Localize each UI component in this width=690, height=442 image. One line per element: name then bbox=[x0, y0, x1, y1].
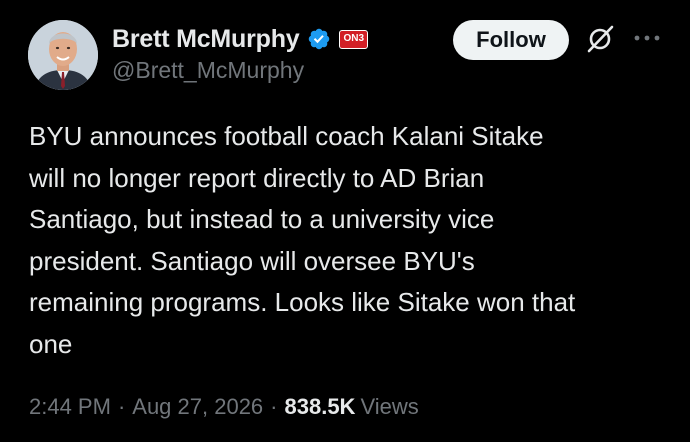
display-name[interactable]: Brett McMurphy bbox=[112, 25, 300, 54]
tweet-text: BYU announces football coach Kalani Sita… bbox=[29, 121, 576, 359]
tweet-card: Brett McMurphy ON3 @Brett_McMurphy Follo… bbox=[0, 0, 690, 442]
more-options-icon[interactable] bbox=[632, 28, 662, 48]
author-name-row: Brett McMurphy ON3 bbox=[112, 22, 369, 56]
follow-button[interactable]: Follow bbox=[453, 20, 569, 60]
affiliate-badge[interactable]: ON3 bbox=[339, 29, 369, 49]
grok-icon[interactable] bbox=[585, 24, 615, 54]
tweet-date[interactable]: Aug 27, 2026 bbox=[132, 394, 263, 420]
tweet-time[interactable]: 2:44 PM bbox=[29, 394, 111, 420]
meta-separator: · bbox=[117, 394, 126, 419]
author-handle[interactable]: @Brett_McMurphy bbox=[112, 57, 304, 84]
meta-separator: · bbox=[270, 394, 278, 419]
tweet-meta: 2:44 PM · Aug 27, 2026 · 838.5K Views bbox=[29, 390, 419, 424]
verified-badge-icon[interactable] bbox=[307, 27, 331, 51]
avatar[interactable] bbox=[28, 20, 98, 90]
views-label: Views bbox=[360, 394, 419, 419]
views-count[interactable]: 838.5K bbox=[285, 394, 356, 420]
avatar-photo-icon bbox=[28, 20, 98, 90]
